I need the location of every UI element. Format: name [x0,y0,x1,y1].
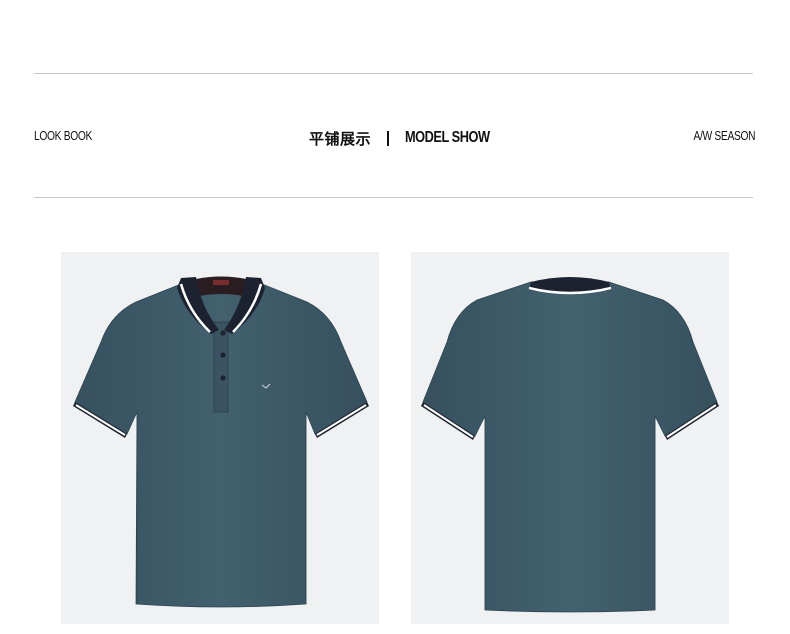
section-title-english: MODEL SHOW [405,129,490,146]
collar-inside [196,276,246,296]
neck-label [213,280,229,285]
polo-shirt-back-illustration [421,277,719,613]
section-header: LOOK BOOK 平铺展示 MODEL SHOW A/W SEASON [0,125,790,149]
polo-shirt-front-illustration [73,276,369,608]
polo-front-image[interactable] [61,252,379,624]
button [220,375,226,381]
button [220,330,226,336]
season-label: A/W SEASON [693,129,755,143]
bottom-divider-line [34,197,753,198]
shirt-body [422,281,718,613]
section-title: 平铺展示 MODEL SHOW [309,126,511,150]
polo-back-image[interactable] [411,252,729,624]
top-divider-line [34,73,753,74]
section-title-chinese: 平铺展示 [309,129,372,148]
title-separator [387,130,390,146]
look-book-label: LOOK BOOK [34,129,93,143]
button [220,352,226,358]
placket [213,321,229,413]
